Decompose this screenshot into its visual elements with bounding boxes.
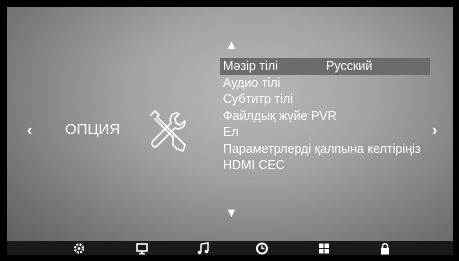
menu-item-hdmi-cec[interactable]: HDMI CEC [220, 157, 450, 174]
menu-item-value: Русский [326, 59, 373, 73]
menu-item-label: Мәзір тілі [223, 59, 278, 73]
menu-item-pvr-file-system[interactable]: Файлдық жүйе PVR [220, 108, 450, 125]
menu-item-reset-settings[interactable]: Параметрлерді қалпына келтіріңіз [220, 141, 450, 158]
monitor-icon[interactable] [135, 242, 151, 255]
clock-icon[interactable] [255, 242, 271, 255]
scroll-up-arrow[interactable]: ▲ [225, 38, 238, 51]
lock-icon[interactable] [378, 242, 394, 255]
grid-icon[interactable] [317, 242, 333, 255]
options-menu-list: Мәзір тілі Русский Аудио тілі Субтитр ті… [220, 58, 450, 174]
menu-item-label: Параметрлерді қалпына келтіріңіз [223, 141, 421, 156]
music-note-icon[interactable] [196, 242, 212, 255]
menu-item-country[interactable]: Ел [220, 124, 450, 141]
settings-tab-bar [7, 241, 453, 255]
scroll-down-arrow[interactable]: ▼ [225, 206, 238, 219]
menu-item-label: Файлдық жүйе PVR [223, 108, 337, 123]
gear-icon[interactable] [72, 242, 88, 255]
menu-item-label: Субтитр тілі [223, 92, 294, 106]
category-title: ОПЦИЯ [65, 121, 121, 138]
menu-item-subtitle-language[interactable]: Субтитр тілі [220, 91, 450, 108]
menu-item-label: HDMI CEC [223, 158, 285, 172]
menu-item-menu-language[interactable]: Мәзір тілі Русский [220, 58, 430, 75]
tv-settings-screen: ‹ › ОПЦИЯ ▲ Мәзір тілі Русский Аудио тіл… [7, 7, 453, 255]
previous-category-arrow[interactable]: ‹ [27, 123, 32, 139]
menu-item-label: Ел [223, 125, 239, 139]
menu-item-audio-language[interactable]: Аудио тілі [220, 75, 450, 92]
tools-icon [145, 107, 189, 155]
menu-item-label: Аудио тілі [223, 75, 281, 90]
